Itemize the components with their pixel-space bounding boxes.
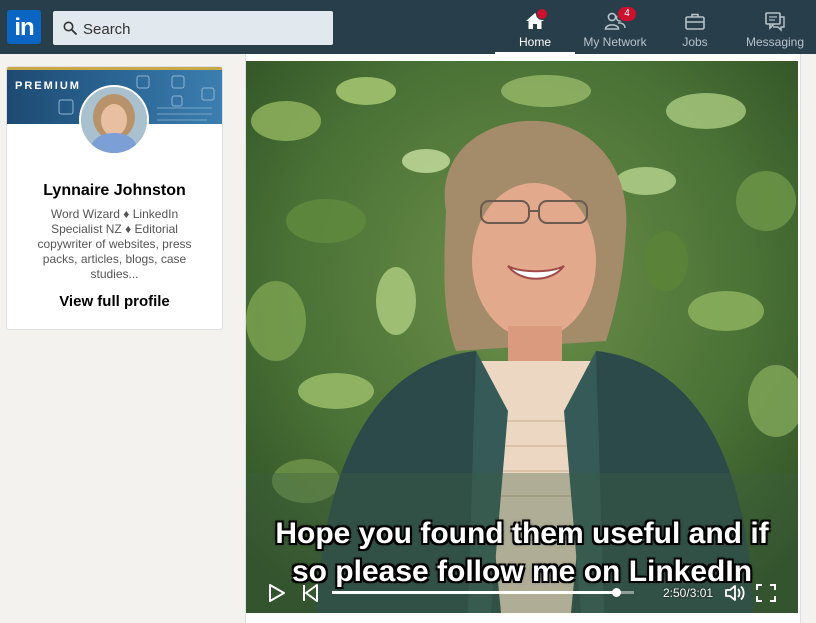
video-timecode: 2:50/3:01 [663,586,714,600]
replay-icon[interactable] [301,583,319,603]
profile-headline: Word Wizard ♦ LinkedIn Specialist NZ ♦ E… [37,207,192,281]
video-progress-handle[interactable] [611,588,621,597]
nav-jobs-label: Jobs [682,35,708,49]
chat-icon [765,12,785,32]
view-full-profile-link[interactable]: View full profile [7,293,222,310]
volume-icon[interactable] [724,583,746,603]
video-caption-line-1: Hope you found them useful and if [275,517,769,550]
video-controls: 2:50/3:01 [246,569,798,613]
profile-name[interactable]: Lynnaire Johnston [7,182,222,200]
search-input[interactable] [81,17,325,41]
profile-card: PREMIUM Lynnaire Johnston Word Wizard ♦ … [6,66,223,330]
nav-my-network-label: My Network [583,35,647,49]
fullscreen-icon[interactable] [756,584,776,602]
video-player[interactable]: Hope you found them useful and if so ple… [246,61,798,613]
linkedin-logo[interactable]: in [7,10,41,44]
nav-home-label: Home [518,35,551,49]
avatar[interactable] [79,85,149,155]
search-icon [63,21,77,35]
home-notification-dot [536,8,548,20]
nav-home[interactable]: Home [495,0,575,54]
nav-jobs[interactable]: Jobs [655,0,735,54]
nav-messaging-label: Messaging [745,35,805,49]
briefcase-icon [685,13,705,30]
nav-messaging[interactable]: Messaging [735,0,815,54]
nav-my-network[interactable]: 4 My Network [575,0,655,54]
play-icon[interactable] [268,583,286,603]
network-badge: 4 [617,6,637,22]
video-progress-fill [332,591,616,594]
top-nav-bar: in Home 4 My Network Jobs [0,0,816,54]
search-box[interactable] [53,11,333,45]
video-progress-track[interactable] [332,588,634,597]
avatar-portrait [81,87,147,153]
